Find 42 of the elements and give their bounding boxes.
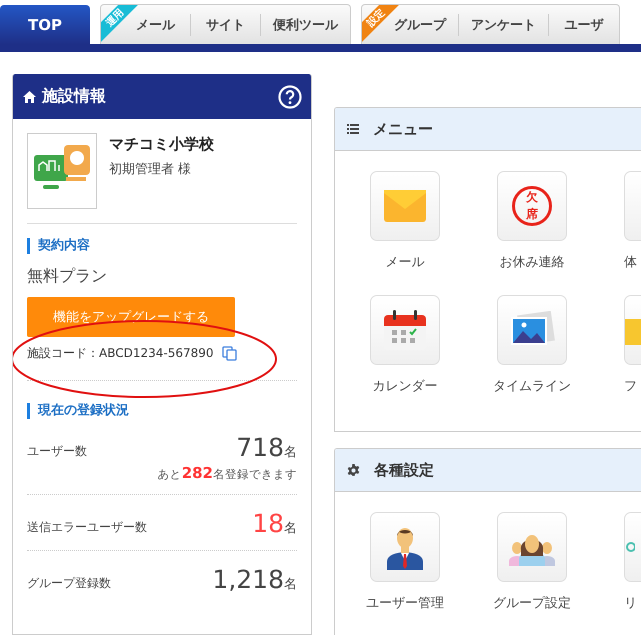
panel-title: 各種設定 xyxy=(374,460,434,480)
menu-tile[interactable] xyxy=(370,512,440,582)
facility-name: マチコミ小学校 xyxy=(109,135,214,154)
menu-label[interactable]: メール xyxy=(370,253,440,271)
menu-tile[interactable] xyxy=(497,295,567,365)
stat-label: ユーザー数 xyxy=(27,443,87,460)
menu-label[interactable]: カレンダー xyxy=(370,377,440,395)
stat-label: 送信エラーユーザー数 xyxy=(27,519,147,536)
settings-icon xyxy=(347,464,360,476)
plan-name: 無料プラン xyxy=(27,266,107,287)
menu-label[interactable]: リ xyxy=(624,594,641,612)
menu-tile[interactable] xyxy=(497,512,567,582)
nav-tab[interactable]: サイト xyxy=(191,14,261,36)
top-tab[interactable]: TOP xyxy=(0,5,90,44)
panel-title: 施設情報 xyxy=(42,86,107,107)
home-icon xyxy=(23,90,36,102)
stat-value: 1,218 xyxy=(212,565,284,594)
nav-tab[interactable]: アンケート xyxy=(459,14,549,36)
panel-title: メニュー xyxy=(373,120,433,138)
section-heading: 契約内容 xyxy=(27,238,90,254)
facility-code: 施設コード：ABCD1234-567890 xyxy=(27,345,214,362)
menu-tile[interactable] xyxy=(370,295,440,365)
stat-value: 718 xyxy=(236,433,284,462)
stat-value: 18 xyxy=(252,509,284,538)
nav-tab[interactable]: 便利ツール xyxy=(261,14,350,36)
menu-label[interactable]: 体 xyxy=(624,253,641,271)
stat-label: グループ登録数 xyxy=(27,575,111,592)
menu-tile[interactable]: 欠席 xyxy=(497,171,567,241)
section-heading: 現在の登録状況 xyxy=(27,403,129,419)
stamp-icon: 欠席 xyxy=(512,186,552,226)
nav-tab[interactable]: ユーザ xyxy=(549,14,619,36)
envelope-icon xyxy=(384,190,426,222)
user-name: 初期管理者 様 xyxy=(109,161,192,178)
unit-label: 名 xyxy=(284,521,297,536)
menu-label[interactable]: お休み連絡 xyxy=(497,253,567,271)
menu-tile[interactable] xyxy=(370,171,440,241)
list-icon xyxy=(347,124,359,134)
unit-label: 名 xyxy=(284,445,297,460)
help-icon[interactable] xyxy=(278,84,302,108)
menu-label[interactable]: フ xyxy=(624,377,641,395)
copy-icon[interactable] xyxy=(222,346,237,361)
unit-label: 名 xyxy=(284,577,297,592)
